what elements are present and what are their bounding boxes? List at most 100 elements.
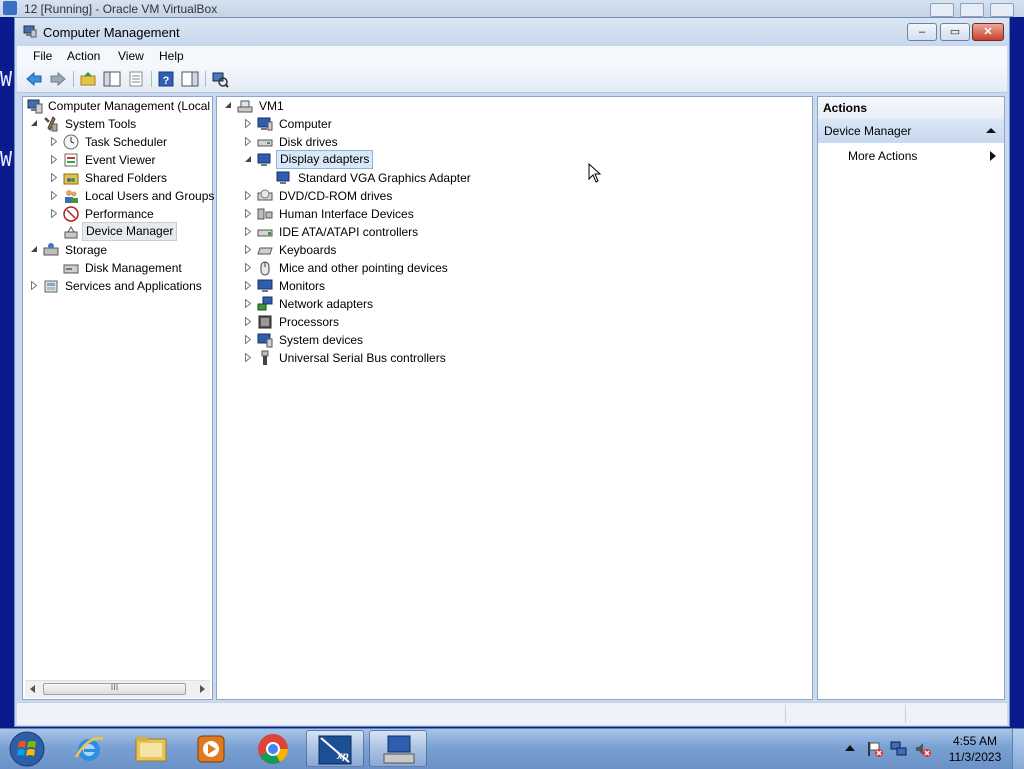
status-divider [905, 705, 906, 723]
computer-management-window: Computer Management – ▭ ✕ File Action Vi… [14, 17, 1010, 727]
collapsed-arrow-icon[interactable] [51, 191, 57, 200]
collapsed-arrow-icon[interactable] [51, 173, 57, 182]
collapsed-arrow-icon[interactable] [245, 263, 251, 272]
show-hide-action-pane-icon[interactable] [181, 70, 199, 88]
actions-header-label: Actions [823, 101, 868, 115]
scroll-thumb[interactable]: III [43, 682, 186, 695]
actions-section-label: Device Manager [824, 124, 912, 138]
disk-management-icon [63, 264, 79, 274]
taskbar-internet-explorer[interactable] [60, 730, 118, 767]
virtualbox-title: 12 [Running] - Oracle VM VirtualBox [24, 2, 218, 16]
device-label: Standard VGA Graphics Adapter [298, 171, 471, 185]
more-actions-item[interactable]: More Actions [818, 145, 1004, 167]
collapsed-arrow-icon[interactable] [51, 155, 57, 164]
taskbar-media-player[interactable] [182, 730, 240, 767]
volume-muted-icon[interactable] [914, 740, 932, 758]
taskbar-xp-mode[interactable]: xp [306, 730, 364, 767]
network-status-icon[interactable] [890, 740, 908, 758]
tree-root-label: Computer Management (Local [48, 99, 211, 113]
more-actions-label: More Actions [848, 149, 918, 163]
maximize-button[interactable]: ▭ [940, 23, 970, 41]
collapsed-arrow-icon[interactable] [51, 137, 57, 146]
device-label: Computer [279, 117, 332, 131]
taskbar-chrome[interactable] [244, 730, 302, 767]
help-icon[interactable]: ? [157, 70, 175, 88]
taskbar-computer-management[interactable] [369, 730, 427, 767]
start-button[interactable] [2, 730, 52, 767]
device-label: Keyboards [279, 243, 337, 257]
collapsed-arrow-icon[interactable] [245, 191, 251, 200]
collapsed-arrow-icon[interactable] [245, 245, 251, 254]
device-label: DVD/CD-ROM drives [279, 189, 393, 203]
windows-start-icon [9, 731, 45, 767]
tree-label-selected: Device Manager [82, 222, 178, 241]
network-adapter-icon [257, 296, 273, 311]
collapsed-arrow-icon[interactable] [31, 281, 37, 290]
expanded-arrow-icon[interactable] [225, 101, 231, 110]
scroll-left-icon[interactable] [30, 685, 35, 693]
collapsed-arrow-icon[interactable] [245, 335, 251, 344]
scan-hardware-icon[interactable] [211, 70, 229, 88]
display-adapter-icon [276, 171, 290, 184]
maximize-icon: ▭ [949, 26, 961, 38]
window-titlebar[interactable]: Computer Management – ▭ ✕ [15, 18, 1009, 46]
vbox-minimize-button[interactable] [930, 3, 954, 17]
console-tree-pane[interactable]: Computer Management (Local System Tools … [22, 96, 214, 700]
computer-management-icon [23, 25, 37, 38]
disk-drive-icon [257, 139, 273, 147]
toolbar-separator [205, 71, 206, 87]
collapsed-arrow-icon[interactable] [245, 317, 251, 326]
collapse-up-icon[interactable] [986, 127, 996, 134]
tree-horizontal-scrollbar[interactable]: III [25, 680, 210, 698]
forward-arrow-icon[interactable] [49, 70, 67, 88]
display-adapter-icon [257, 153, 271, 166]
menu-action[interactable]: Action [63, 48, 104, 64]
expanded-arrow-icon[interactable] [31, 119, 37, 128]
shared-folder-icon [63, 173, 79, 185]
device-label: Network adapters [279, 297, 374, 311]
properties-icon[interactable] [127, 70, 145, 88]
expanded-arrow-icon[interactable] [31, 245, 37, 254]
device-label: Disk drives [279, 135, 338, 149]
expanded-arrow-icon[interactable] [245, 155, 251, 164]
menu-help[interactable]: Help [155, 48, 188, 64]
event-viewer-icon [64, 153, 78, 167]
taskbar-file-explorer[interactable] [122, 730, 180, 767]
minimize-button[interactable]: – [907, 23, 937, 41]
vbox-close-button[interactable] [990, 3, 1014, 17]
toolbar-separator [151, 71, 152, 87]
device-label: IDE ATA/ATAPI controllers [279, 225, 419, 239]
device-tree-pane[interactable]: VM1 Computer Disk drives Display adapter… [216, 96, 813, 700]
scroll-right-icon[interactable] [200, 685, 205, 693]
close-button[interactable]: ✕ [972, 23, 1004, 41]
background-text: W [0, 67, 13, 91]
collapsed-arrow-icon[interactable] [245, 209, 251, 218]
collapsed-arrow-icon[interactable] [245, 281, 251, 290]
menu-view[interactable]: View [114, 48, 148, 64]
tree-label: Local Users and Groups [85, 189, 215, 203]
taskbar-clock[interactable]: 4:55 AM 11/3/2023 [940, 733, 1010, 765]
menu-file[interactable]: File [29, 48, 56, 64]
device-label: Mice and other pointing devices [279, 261, 448, 275]
mouse-icon [260, 261, 270, 276]
vbox-maximize-button[interactable] [960, 3, 984, 17]
actions-section-device-manager[interactable]: Device Manager [818, 119, 1004, 143]
computer-icon [257, 117, 273, 131]
show-desktop-button[interactable] [1012, 729, 1024, 769]
collapsed-arrow-icon[interactable] [245, 119, 251, 128]
show-hide-tree-icon[interactable] [103, 70, 121, 88]
storage-icon [43, 243, 59, 256]
show-hidden-icons-icon[interactable] [845, 744, 855, 752]
collapsed-arrow-icon[interactable] [245, 353, 251, 362]
tree-label: Storage [65, 243, 108, 257]
up-folder-icon[interactable] [79, 70, 97, 88]
tree-label: Event Viewer [85, 153, 156, 167]
usb-icon [261, 350, 269, 365]
action-center-flag-icon[interactable] [866, 740, 884, 758]
back-arrow-icon[interactable] [25, 70, 43, 88]
collapsed-arrow-icon[interactable] [51, 209, 57, 218]
collapsed-arrow-icon[interactable] [245, 227, 251, 236]
collapsed-arrow-icon[interactable] [245, 137, 251, 146]
submenu-arrow-icon [990, 151, 996, 161]
collapsed-arrow-icon[interactable] [245, 299, 251, 308]
